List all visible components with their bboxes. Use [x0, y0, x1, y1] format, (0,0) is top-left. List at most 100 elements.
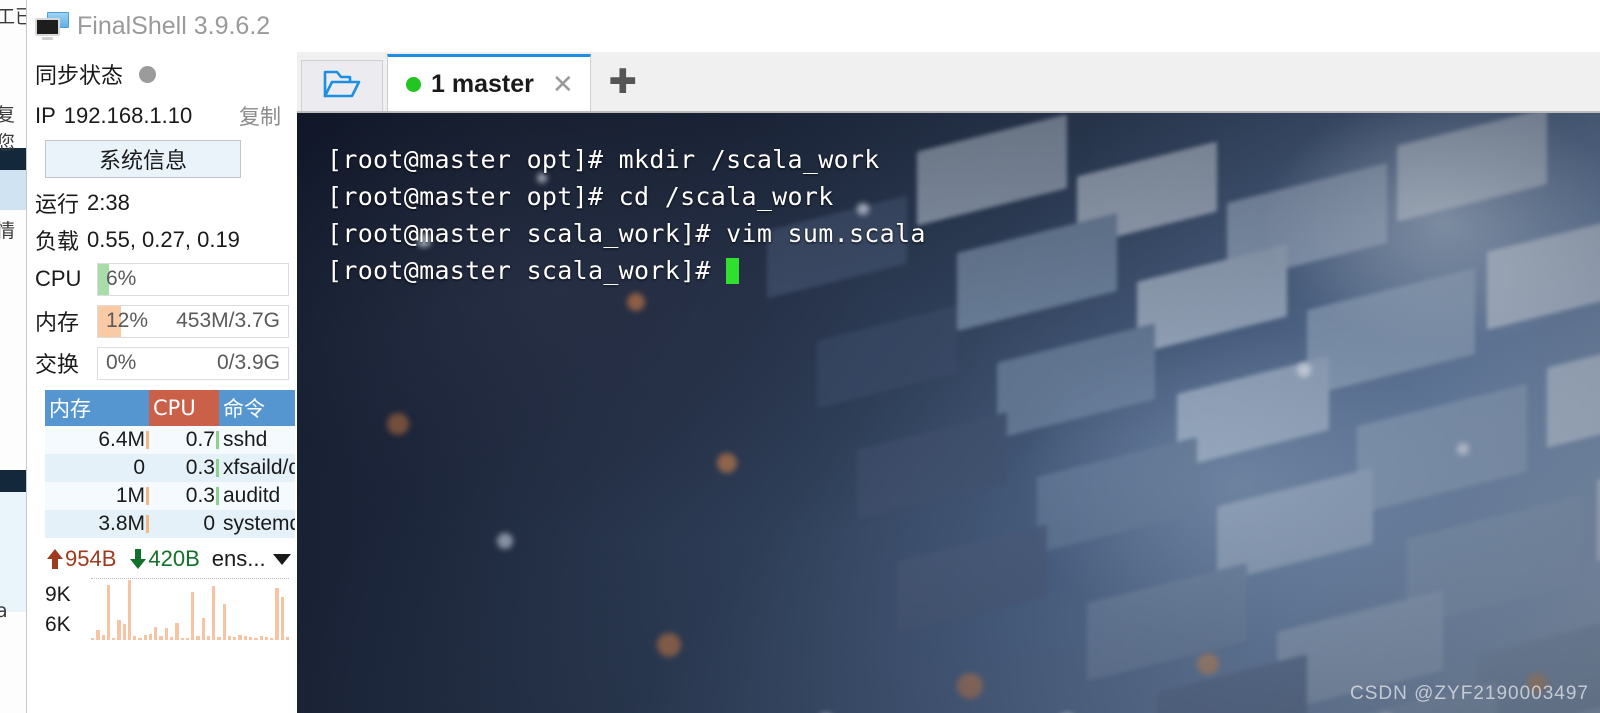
- tab-1-master[interactable]: 1 master ✕: [387, 54, 591, 111]
- network-chart-bar: [148, 634, 153, 640]
- terminal-line-2: [root@master opt]# cd /scala_work: [327, 182, 834, 211]
- process-cpu-cell: 0.3: [149, 454, 219, 482]
- process-cpu-cell: 0.3: [149, 482, 219, 510]
- status-dot: [406, 76, 421, 92]
- network-chart-bar: [159, 636, 163, 640]
- memory-meter-track: 12% 453M/3.7G: [97, 304, 289, 338]
- swap-meter-row: 交换 0% 0/3.9G: [27, 342, 297, 384]
- network-chart-bar: [227, 635, 232, 640]
- process-cpu-cell: 0.7: [149, 426, 219, 454]
- network-chart-bar: [196, 636, 200, 640]
- network-interface-label[interactable]: ens...: [212, 546, 266, 572]
- chevron-down-icon[interactable]: [272, 553, 291, 565]
- network-chart-bar: [217, 637, 221, 640]
- process-cpu-value: 0: [203, 512, 215, 535]
- finalshell-window: 工已 复 您 情 a FinalShell 3.9.6.2 同步状态 IP 19…: [0, 0, 1600, 713]
- cpu-bar-indicator: [216, 431, 219, 449]
- network-chart-bar: [117, 619, 121, 640]
- background-window-pale-band: [0, 492, 26, 612]
- process-memory-value: 1M: [115, 484, 145, 507]
- terminal-panel: 1 master ✕ ✚ [root@master opt]# mkdir /s…: [297, 52, 1600, 713]
- network-chart-bar: [185, 637, 190, 640]
- sync-status-label: 同步状态: [35, 64, 124, 89]
- network-chart-bar: [143, 635, 147, 640]
- network-chart-bar: [127, 580, 132, 640]
- ip-value: 192.168.1.10: [63, 103, 193, 128]
- process-cpu-value: 0.3: [185, 456, 215, 479]
- process-cpu-value: 0.3: [185, 484, 215, 507]
- network-chart-bar: [264, 637, 269, 640]
- monitor-icon: [35, 12, 69, 40]
- swap-meter-detail: 0/3.9G: [216, 351, 280, 374]
- close-icon[interactable]: ✕: [552, 71, 574, 97]
- ip-label: IP: [35, 103, 56, 128]
- table-row[interactable]: 3.8M 0 systemd: [45, 510, 295, 538]
- copy-ip-link[interactable]: 复制: [239, 101, 281, 131]
- network-chart-wrap: 9K 6K: [27, 578, 297, 640]
- terminal-tabbar: 1 master ✕ ✚: [297, 52, 1600, 113]
- network-chart-bar: [238, 635, 242, 640]
- table-row[interactable]: 6.4M 0.7 sshd: [45, 426, 295, 454]
- cpu-meter-label: CPU: [35, 266, 82, 291]
- app-title: FinalShell 3.9.6.2: [77, 11, 271, 40]
- network-chart-bar: [275, 588, 279, 640]
- process-table[interactable]: 内存 CPU 命令 6.4M 0.7 sshd 0 0.3 xfsaild/d: [45, 390, 295, 538]
- ip-row: IP 192.168.1.10 复制: [27, 96, 297, 136]
- network-chart-bar: [233, 637, 237, 640]
- cpu-bar-indicator: [216, 459, 219, 477]
- network-chart-bar: [280, 596, 284, 640]
- network-chart-bar: [96, 630, 100, 640]
- background-text-fragment-3: 您: [0, 132, 16, 154]
- uptime-row: 运行 2:38: [27, 184, 297, 221]
- network-chart-bar: [191, 592, 195, 640]
- process-command-cell: systemd: [219, 510, 295, 538]
- network-chart-bar: [259, 636, 263, 640]
- plus-icon[interactable]: ✚: [609, 65, 638, 99]
- titlebar: FinalShell 3.9.6.2: [27, 0, 1600, 52]
- background-window-dark-band-2: [0, 470, 26, 492]
- sync-status-row: 同步状态: [27, 52, 297, 96]
- process-header-cpu[interactable]: CPU: [149, 390, 219, 426]
- network-chart-bar: [180, 637, 184, 640]
- terminal-line-3: [root@master scala_work]# vim sum.scala: [327, 219, 926, 248]
- terminal-body[interactable]: [root@master opt]# mkdir /scala_work [ro…: [297, 113, 1600, 713]
- watermark: CSDN @ZYF2190003497: [1350, 683, 1589, 704]
- terminal-output[interactable]: [root@master opt]# mkdir /scala_work [ro…: [327, 141, 1591, 289]
- load-row: 负载 0.55, 0.27, 0.19: [27, 221, 297, 258]
- process-cpu-cell: 0: [149, 510, 219, 538]
- network-upload-value: 954B: [65, 546, 117, 571]
- table-row[interactable]: 0 0.3 xfsaild/d: [45, 454, 295, 482]
- network-chart-bar: [206, 636, 211, 640]
- network-chart-bar: [164, 628, 168, 640]
- status-dot: [139, 65, 157, 83]
- process-header-memory[interactable]: 内存: [45, 390, 149, 426]
- network-chart-bar: [101, 635, 105, 640]
- process-header-command[interactable]: 命令: [219, 390, 295, 426]
- process-command-cell: xfsaild/d: [219, 454, 295, 482]
- network-chart-bar: [243, 636, 247, 640]
- network-chart-bar: [91, 638, 95, 640]
- process-command-cell: sshd: [219, 426, 295, 454]
- background-text-fragment-1: 工已: [0, 6, 26, 28]
- table-row[interactable]: 1M 0.3 auditd: [45, 482, 295, 510]
- open-folder-button[interactable]: [301, 60, 383, 111]
- process-memory-cell: 1M: [45, 482, 149, 510]
- network-chart-axis: 9K 6K: [45, 580, 91, 640]
- network-axis-label-mid: 6K: [45, 613, 71, 636]
- system-info-button-wrap: 系统信息: [27, 136, 297, 184]
- load-value: 0.55, 0.27, 0.19: [87, 226, 240, 252]
- swap-meter-percent: 0%: [106, 351, 137, 374]
- network-traffic-chart: [91, 578, 290, 640]
- process-memory-cell: 3.8M: [45, 510, 149, 538]
- memory-meter-row: 内存 12% 453M/3.7G: [27, 300, 297, 342]
- process-memory-cell: 0: [45, 454, 149, 482]
- process-memory-value: 3.8M: [98, 512, 145, 535]
- system-info-button[interactable]: 系统信息: [45, 140, 241, 178]
- background-text-fragment-4: 情: [0, 220, 16, 242]
- network-chart-bar: [122, 624, 126, 640]
- process-memory-value: 6.4M: [98, 428, 145, 451]
- terminal-prompt: [root@master scala_work]#: [327, 256, 727, 285]
- open-folder-icon: [322, 68, 362, 105]
- sidebar: 同步状态 IP 192.168.1.10 复制 系统信息 运行 2:38 负载 …: [27, 52, 297, 713]
- background-window-sliver[interactable]: 工已 复 您 情 a: [0, 0, 26, 713]
